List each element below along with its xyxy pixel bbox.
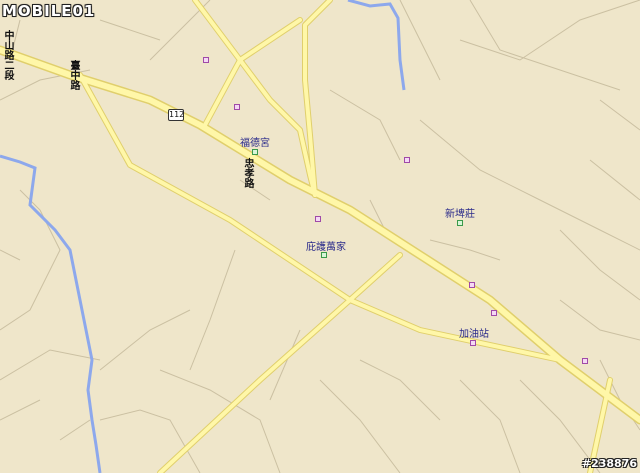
- dihu-marker-icon[interactable]: [321, 252, 327, 258]
- temple-marker-icon[interactable]: [252, 149, 258, 155]
- road-north-a: [193, 0, 317, 197]
- route-112-shield: 112: [168, 109, 185, 121]
- place-fude-temple[interactable]: 福德宮: [240, 139, 270, 149]
- place-gas-station[interactable]: 加油站: [459, 330, 489, 340]
- river: [0, 154, 102, 473]
- mobile01-logo: MOBILE01: [2, 2, 96, 20]
- poi-marker-icon[interactable]: [315, 216, 321, 222]
- road-label-zhongxiao: 忠孝路: [242, 158, 253, 188]
- road-southwest: [158, 253, 402, 473]
- river-north: [347, 0, 406, 91]
- minor-lines: [0, 0, 640, 473]
- poi-marker-icon[interactable]: [582, 358, 588, 364]
- poi-marker-icon[interactable]: [203, 57, 209, 63]
- map-view[interactable]: MOBILE01 112 中山路二段 臺中路 忠孝路 福德宮 庇護萬家 新埤莊 …: [0, 0, 640, 473]
- gas-station-marker-icon[interactable]: [470, 340, 476, 346]
- road-label-taizhong: 臺中路: [68, 60, 79, 90]
- road-label-zhongshan: 中山路二段: [2, 30, 13, 80]
- place-xinbei-village[interactable]: 新埤莊: [445, 210, 475, 220]
- road-casings: [0, 0, 640, 473]
- poi-marker-icon[interactable]: [404, 157, 410, 163]
- watermark-id: #238876: [581, 457, 637, 470]
- map-base-layer: [0, 0, 640, 473]
- road-fills: [0, 0, 640, 473]
- poi-marker-icon[interactable]: [469, 282, 475, 288]
- poi-marker-icon[interactable]: [234, 104, 240, 110]
- village-marker-icon[interactable]: [457, 220, 463, 226]
- poi-marker-icon[interactable]: [491, 310, 497, 316]
